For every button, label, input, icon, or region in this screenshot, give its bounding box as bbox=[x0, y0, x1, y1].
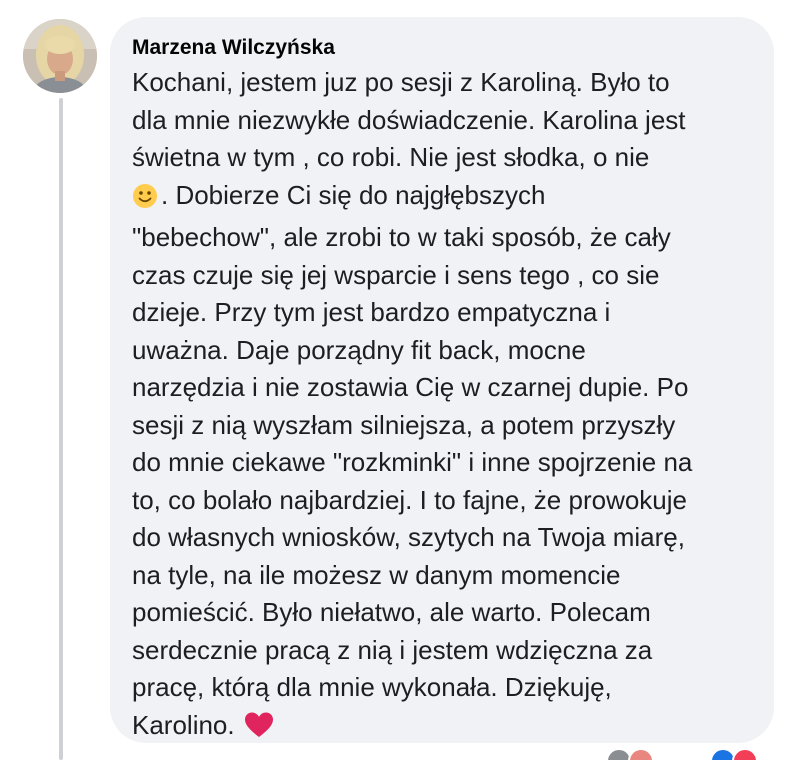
comment-thread: Marzena Wilczyńska Kochani, jestem juz p… bbox=[0, 0, 800, 760]
reaction-icon bbox=[628, 748, 654, 760]
comment-line-text: Karolino. bbox=[132, 709, 235, 740]
comment-line-with-emoji: . Dobierze Ci się do najgłębszych bbox=[132, 177, 772, 220]
comment-line: uważna. Daje porządny fit back, mocne bbox=[132, 334, 586, 365]
comment-author-name[interactable]: Marzena Wilczyńska bbox=[132, 34, 752, 62]
avatar-photo bbox=[23, 19, 97, 93]
comment-line: Kochani, jestem juz po sesji z Karoliną.… bbox=[132, 67, 670, 97]
love-reaction-icon bbox=[732, 748, 758, 760]
thread-connector-line bbox=[59, 98, 63, 760]
comment-line: dzieje. Przy tym jest bardzo empatyczna … bbox=[132, 297, 611, 327]
comment-line: pracę, którą dla mnie wykonała. Dziękuję… bbox=[132, 672, 612, 702]
avatar[interactable] bbox=[23, 19, 97, 93]
comment-line: na tyle, na ile możesz w danym momencie bbox=[132, 559, 621, 590]
comment-line-text: . Dobierze Ci się do najgłębszych bbox=[161, 179, 546, 210]
comment-line-with-emoji: Karolino. bbox=[132, 707, 772, 750]
comment-line: pomieścić. Było niełatwo, ale warto. Pol… bbox=[132, 597, 651, 627]
comment-line: narzędzia i nie zostawia Cię w czarnej d… bbox=[132, 372, 689, 402]
comment-line: świetna w tym , co robi. Nie jest słodka… bbox=[132, 142, 650, 172]
comment-bubble: Marzena Wilczyńska Kochani, jestem juz p… bbox=[110, 17, 774, 743]
comment-line: do mnie ciekawe "rozkminki" i inne spojr… bbox=[132, 447, 693, 477]
comment-line: do własnych wniosków, szytych na Twoja m… bbox=[132, 522, 685, 552]
comment-line: dla mnie niezwykłe doświadczenie. Karoli… bbox=[132, 104, 686, 135]
comment-text: Kochani, jestem juz po sesji z Karoliną.… bbox=[132, 64, 772, 749]
comment-line: czas czuje się jej wsparcie i sens tego … bbox=[132, 259, 660, 290]
reaction-icons[interactable] bbox=[606, 748, 654, 760]
comment-line: "bebechow", ale zrobi to w taki sposób, … bbox=[132, 222, 671, 252]
comment-line: sesji z nią wyszłam silniejsza, a potem … bbox=[132, 409, 676, 440]
slightly-smiling-face-icon bbox=[132, 182, 158, 220]
red-heart-icon bbox=[244, 711, 274, 750]
reaction-icons[interactable] bbox=[710, 748, 758, 760]
comment-line: to, co bolało najbardziej. I to fajne, ż… bbox=[132, 484, 688, 515]
comment-line: serdecznie pracą z nią i jestem wdzięczn… bbox=[132, 634, 653, 665]
